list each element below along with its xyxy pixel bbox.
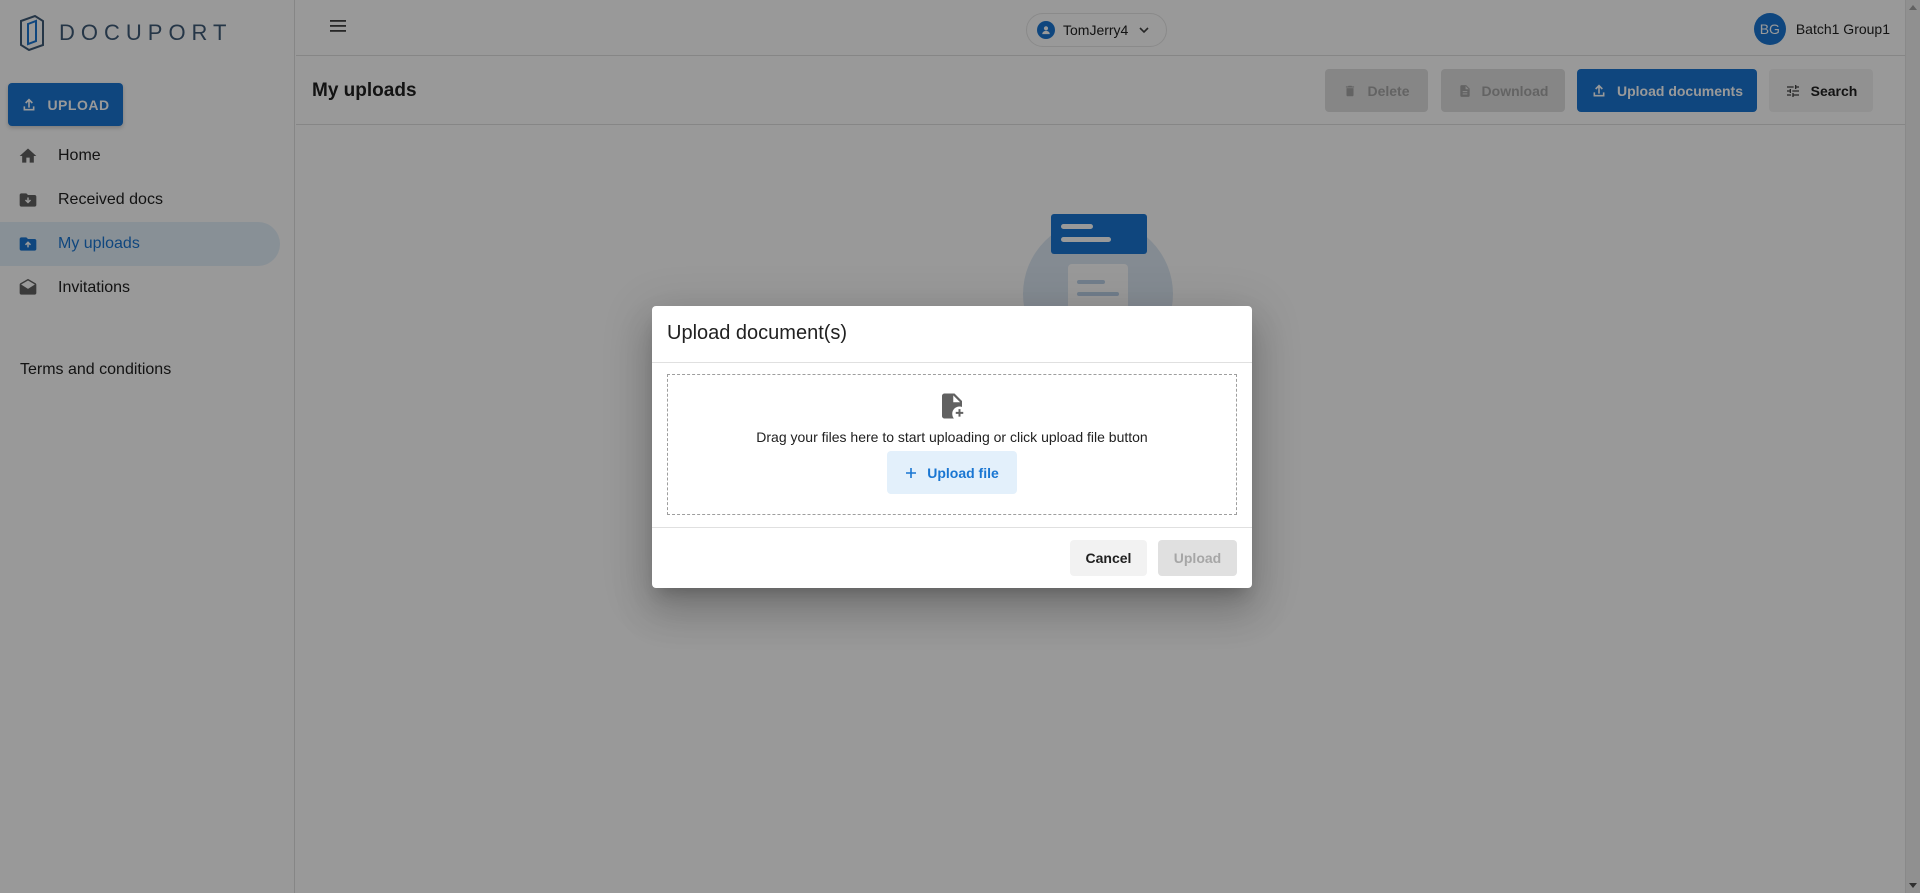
upload-submit-button[interactable]: Upload — [1158, 540, 1237, 576]
upload-file-button[interactable]: Upload file — [887, 451, 1017, 494]
cancel-button[interactable]: Cancel — [1070, 540, 1147, 576]
dropzone-instructions: Drag your files here to start uploading … — [756, 429, 1148, 445]
upload-file-label: Upload file — [927, 464, 999, 481]
dialog-title: Upload document(s) — [667, 322, 848, 344]
upload-documents-dialog: Upload document(s) Drag your files here … — [652, 306, 1252, 588]
dialog-divider — [652, 362, 1252, 363]
dialog-divider — [652, 527, 1252, 528]
file-dropzone[interactable]: Drag your files here to start uploading … — [667, 374, 1237, 515]
plus-icon — [906, 467, 917, 478]
file-add-icon — [942, 393, 964, 419]
